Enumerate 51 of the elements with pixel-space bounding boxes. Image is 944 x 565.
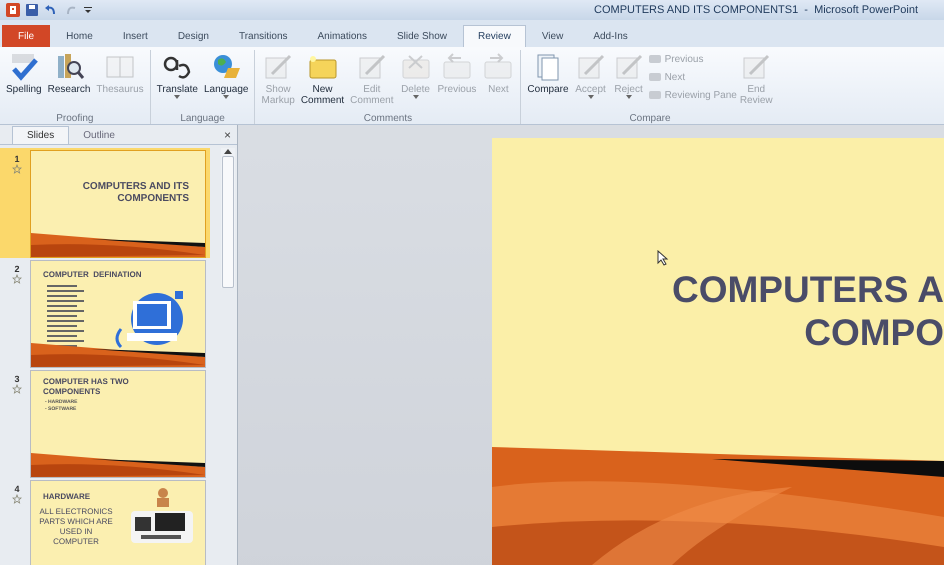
group-label: Compare xyxy=(629,113,671,125)
group-label: Comments xyxy=(364,113,412,125)
pane-tab[interactable]: Slides xyxy=(12,126,70,144)
group-label: Language xyxy=(180,113,225,125)
scroll-up-icon xyxy=(224,148,232,154)
small-command-icon xyxy=(648,53,662,65)
thumbnail-title: COMPUTERS AND ITS COMPONENTS xyxy=(82,181,189,205)
star-icon xyxy=(12,494,22,504)
app-logo-icon xyxy=(6,3,20,17)
undo-icon xyxy=(44,4,58,16)
ribbon-tab[interactable]: Design xyxy=(164,25,223,47)
ribbon-button[interactable]: Compare xyxy=(524,50,572,116)
ribbon-tab[interactable]: Add-Ins xyxy=(579,25,642,47)
ribbon-button[interactable]: Spelling xyxy=(3,50,45,116)
ribbon-button[interactable]: New Comment xyxy=(298,50,348,116)
slide-title: COMPO xyxy=(804,311,944,354)
customize-menu-icon xyxy=(84,6,92,14)
ribbon-tab[interactable]: Slide Show xyxy=(382,25,462,47)
slide-number: 2 xyxy=(14,264,20,274)
star-icon xyxy=(12,384,22,394)
ribbon-tab[interactable]: Insert xyxy=(108,25,162,47)
cursor-icon xyxy=(657,250,669,266)
ribbon-tab[interactable]: Transitions xyxy=(224,25,302,47)
ribbon-tab[interactable]: Review xyxy=(463,25,526,47)
slide-title: COMPUTERS A xyxy=(672,268,944,311)
small-command-icon xyxy=(648,71,662,83)
thumbnail-title: COMPUTER DEFINATION xyxy=(43,269,142,281)
pane-tab[interactable]: Outline xyxy=(69,126,129,144)
slide-number: 3 xyxy=(14,374,20,384)
ribbon-tab[interactable]: Home xyxy=(52,25,107,47)
group-label: Proofing xyxy=(56,113,94,125)
ribbon-tab[interactable]: File xyxy=(2,25,50,47)
slide-thumbnail-row[interactable]: 4 HARDWARE ALL ELECTRONICS PARTS WHICH ARE USED IN COMPUTER xyxy=(0,478,210,565)
close-button[interactable]: × xyxy=(224,126,231,144)
small-command-icon xyxy=(648,89,662,101)
star-icon xyxy=(12,274,22,284)
slide-thumbnail-row[interactable]: 1 COMPUTERS AND ITS COMPONENTS xyxy=(0,148,210,258)
scrollbar[interactable] xyxy=(221,148,235,288)
window-title: COMPUTERS AND ITS COMPONENTS1 - Microsoft PowerPoint xyxy=(594,2,918,18)
star-icon xyxy=(12,164,22,174)
save-icon xyxy=(26,4,38,16)
ribbon-tab[interactable]: View xyxy=(528,25,578,47)
thumbnail-title: HARDWARE xyxy=(43,491,90,503)
thumbnail-body: ALL ELECTRONICS PARTS WHICH ARE USED IN COMPUTER xyxy=(39,507,113,547)
redo-icon xyxy=(64,4,78,16)
slide-thumbnail-row[interactable]: 2 COMPUTER DEFINATION xyxy=(0,258,210,368)
thumbnail-title: COMPUTER HAS TWO COMPONENTS xyxy=(43,377,130,397)
slide-number: 4 xyxy=(14,484,20,494)
slide-number: 1 xyxy=(14,154,20,164)
ribbon-tab[interactable]: Animations xyxy=(304,25,381,47)
ribbon-button[interactable]: Language xyxy=(200,50,252,116)
